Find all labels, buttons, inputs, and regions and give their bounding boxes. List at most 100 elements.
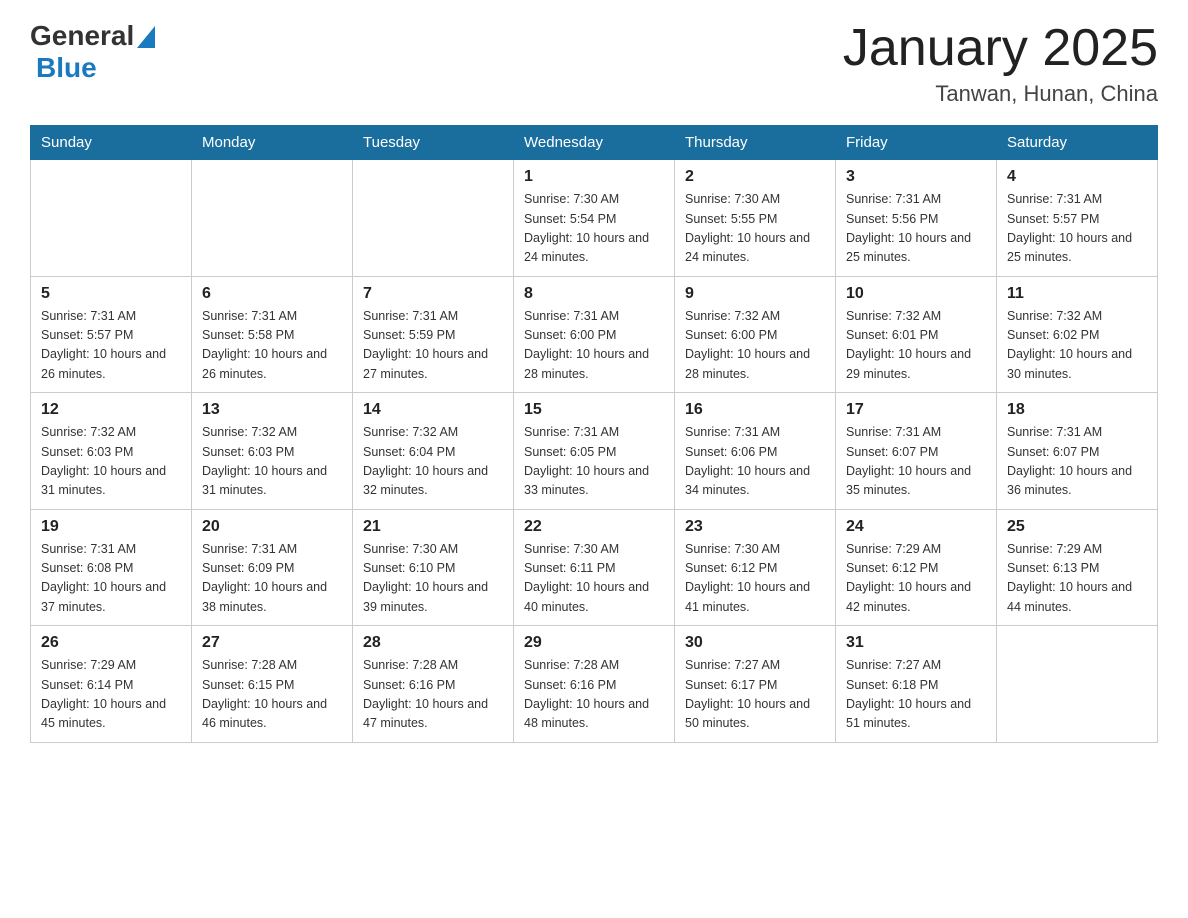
day-number: 8 [524, 285, 664, 303]
calendar-row: 5 Sunrise: 7:31 AMSunset: 5:57 PMDaylight… [31, 276, 1158, 393]
table-row: 22 Sunrise: 7:30 AMSunset: 6:11 PMDayligh… [514, 509, 675, 626]
table-row: 19Sunrise: 7:31 AMSunset: 6:08 PMDayligh… [31, 509, 192, 626]
table-row [997, 626, 1158, 743]
day-info: Sunrise: 7:30 AMSunset: 6:11 PMDaylight:… [524, 540, 664, 618]
day-info: Sunrise: 7:30 AMSunset: 6:10 PMDaylight:… [363, 540, 503, 618]
day-info: Sunrise: 7:31 AMSunset: 5:57 PMDaylight:… [1007, 190, 1147, 268]
day-number: 6 [202, 285, 342, 303]
logo-general-text: General [30, 20, 134, 52]
day-info: Sunrise: 7:29 AMSunset: 6:13 PMDaylight:… [1007, 540, 1147, 618]
header-monday: Monday [192, 126, 353, 160]
table-row: 11 Sunrise: 7:32 AMSunset: 6:02 PMDayligh… [997, 276, 1158, 393]
table-row: 3 Sunrise: 7:31 AMSunset: 5:56 PMDaylight… [836, 160, 997, 277]
day-info: Sunrise: 7:31 AMSunset: 6:09 PMDaylight:… [202, 540, 342, 618]
logo: General Blue [30, 20, 155, 84]
table-row: 1Sunrise: 7:30 AMSunset: 5:54 PMDaylight… [514, 160, 675, 277]
day-info: Sunrise: 7:31 AMSunset: 6:06 PMDaylight:… [685, 423, 825, 501]
table-row: 24Sunrise: 7:29 AMSunset: 6:12 PMDayligh… [836, 509, 997, 626]
header-tuesday: Tuesday [353, 126, 514, 160]
day-number: 3 [846, 168, 986, 186]
day-info: Sunrise: 7:31 AMSunset: 5:57 PMDaylight:… [41, 307, 181, 385]
header-wednesday: Wednesday [514, 126, 675, 160]
table-row: 26 Sunrise: 7:29 AMSunset: 6:14 PMDayligh… [31, 626, 192, 743]
day-number: 14 [363, 401, 503, 419]
header-saturday: Saturday [997, 126, 1158, 160]
day-info: Sunrise: 7:32 AMSunset: 6:02 PMDaylight:… [1007, 307, 1147, 385]
table-row: 18Sunrise: 7:31 AMSunset: 6:07 PMDayligh… [997, 393, 1158, 510]
calendar-row: 12Sunrise: 7:32 AMSunset: 6:03 PMDayligh… [31, 393, 1158, 510]
calendar-row: 26 Sunrise: 7:29 AMSunset: 6:14 PMDayligh… [31, 626, 1158, 743]
header-thursday: Thursday [675, 126, 836, 160]
day-info: Sunrise: 7:32 AMSunset: 6:03 PMDaylight:… [202, 423, 342, 501]
table-row: 27 Sunrise: 7:28 AMSunset: 6:15 PMDayligh… [192, 626, 353, 743]
table-row: 17Sunrise: 7:31 AMSunset: 6:07 PMDayligh… [836, 393, 997, 510]
table-row: 5 Sunrise: 7:31 AMSunset: 5:57 PMDaylight… [31, 276, 192, 393]
header-sunday: Sunday [31, 126, 192, 160]
day-info: Sunrise: 7:28 AMSunset: 6:15 PMDaylight:… [202, 656, 342, 734]
day-number: 10 [846, 285, 986, 303]
table-row: 14 Sunrise: 7:32 AMSunset: 6:04 PMDayligh… [353, 393, 514, 510]
table-row: 12Sunrise: 7:32 AMSunset: 6:03 PMDayligh… [31, 393, 192, 510]
table-row: 25Sunrise: 7:29 AMSunset: 6:13 PMDayligh… [997, 509, 1158, 626]
day-info: Sunrise: 7:31 AMSunset: 5:58 PMDaylight:… [202, 307, 342, 385]
day-info: Sunrise: 7:31 AMSunset: 5:56 PMDaylight:… [846, 190, 986, 268]
table-row: 23 Sunrise: 7:30 AMSunset: 6:12 PMDayligh… [675, 509, 836, 626]
table-row: 21 Sunrise: 7:30 AMSunset: 6:10 PMDayligh… [353, 509, 514, 626]
day-number: 21 [363, 518, 503, 536]
calendar-header-row: Sunday Monday Tuesday Wednesday Thursday… [31, 126, 1158, 160]
day-number: 9 [685, 285, 825, 303]
table-row: 13 Sunrise: 7:32 AMSunset: 6:03 PMDayligh… [192, 393, 353, 510]
day-info: Sunrise: 7:27 AMSunset: 6:17 PMDaylight:… [685, 656, 825, 734]
day-info: Sunrise: 7:30 AMSunset: 5:54 PMDaylight:… [524, 190, 664, 268]
day-number: 23 [685, 518, 825, 536]
day-number: 22 [524, 518, 664, 536]
table-row: 20 Sunrise: 7:31 AMSunset: 6:09 PMDayligh… [192, 509, 353, 626]
calendar-subtitle: Tanwan, Hunan, China [843, 81, 1158, 107]
day-number: 19 [41, 518, 181, 536]
day-number: 17 [846, 401, 986, 419]
day-number: 16 [685, 401, 825, 419]
table-row: 6 Sunrise: 7:31 AMSunset: 5:58 PMDaylight… [192, 276, 353, 393]
day-number: 27 [202, 634, 342, 652]
logo-blue-text: Blue [36, 52, 97, 84]
table-row: 15 Sunrise: 7:31 AMSunset: 6:05 PMDayligh… [514, 393, 675, 510]
day-info: Sunrise: 7:31 AMSunset: 6:05 PMDaylight:… [524, 423, 664, 501]
table-row [31, 160, 192, 277]
day-number: 5 [41, 285, 181, 303]
day-info: Sunrise: 7:28 AMSunset: 6:16 PMDaylight:… [363, 656, 503, 734]
day-number: 20 [202, 518, 342, 536]
calendar-table: Sunday Monday Tuesday Wednesday Thursday… [30, 125, 1158, 743]
day-number: 7 [363, 285, 503, 303]
day-info: Sunrise: 7:32 AMSunset: 6:01 PMDaylight:… [846, 307, 986, 385]
day-info: Sunrise: 7:30 AMSunset: 6:12 PMDaylight:… [685, 540, 825, 618]
day-number: 2 [685, 168, 825, 186]
day-number: 28 [363, 634, 503, 652]
table-row: 8 Sunrise: 7:31 AMSunset: 6:00 PMDaylight… [514, 276, 675, 393]
table-row: 10 Sunrise: 7:32 AMSunset: 6:01 PMDayligh… [836, 276, 997, 393]
table-row: 29Sunrise: 7:28 AMSunset: 6:16 PMDayligh… [514, 626, 675, 743]
day-number: 30 [685, 634, 825, 652]
day-number: 31 [846, 634, 986, 652]
calendar-title: January 2025 [843, 20, 1158, 77]
table-row: 4Sunrise: 7:31 AMSunset: 5:57 PMDaylight… [997, 160, 1158, 277]
day-info: Sunrise: 7:31 AMSunset: 6:07 PMDaylight:… [1007, 423, 1147, 501]
table-row [192, 160, 353, 277]
day-number: 26 [41, 634, 181, 652]
table-row: 7 Sunrise: 7:31 AMSunset: 5:59 PMDaylight… [353, 276, 514, 393]
table-row [353, 160, 514, 277]
day-number: 13 [202, 401, 342, 419]
calendar-row: 19Sunrise: 7:31 AMSunset: 6:08 PMDayligh… [31, 509, 1158, 626]
table-row: 16 Sunrise: 7:31 AMSunset: 6:06 PMDayligh… [675, 393, 836, 510]
table-row: 31Sunrise: 7:27 AMSunset: 6:18 PMDayligh… [836, 626, 997, 743]
day-info: Sunrise: 7:32 AMSunset: 6:04 PMDaylight:… [363, 423, 503, 501]
table-row: 28 Sunrise: 7:28 AMSunset: 6:16 PMDayligh… [353, 626, 514, 743]
day-info: Sunrise: 7:29 AMSunset: 6:12 PMDaylight:… [846, 540, 986, 618]
logo-triangle-icon [137, 26, 155, 48]
day-info: Sunrise: 7:31 AMSunset: 6:00 PMDaylight:… [524, 307, 664, 385]
day-number: 15 [524, 401, 664, 419]
calendar-row: 1Sunrise: 7:30 AMSunset: 5:54 PMDaylight… [31, 160, 1158, 277]
day-info: Sunrise: 7:29 AMSunset: 6:14 PMDaylight:… [41, 656, 181, 734]
day-info: Sunrise: 7:31 AMSunset: 5:59 PMDaylight:… [363, 307, 503, 385]
day-number: 11 [1007, 285, 1147, 303]
header-friday: Friday [836, 126, 997, 160]
